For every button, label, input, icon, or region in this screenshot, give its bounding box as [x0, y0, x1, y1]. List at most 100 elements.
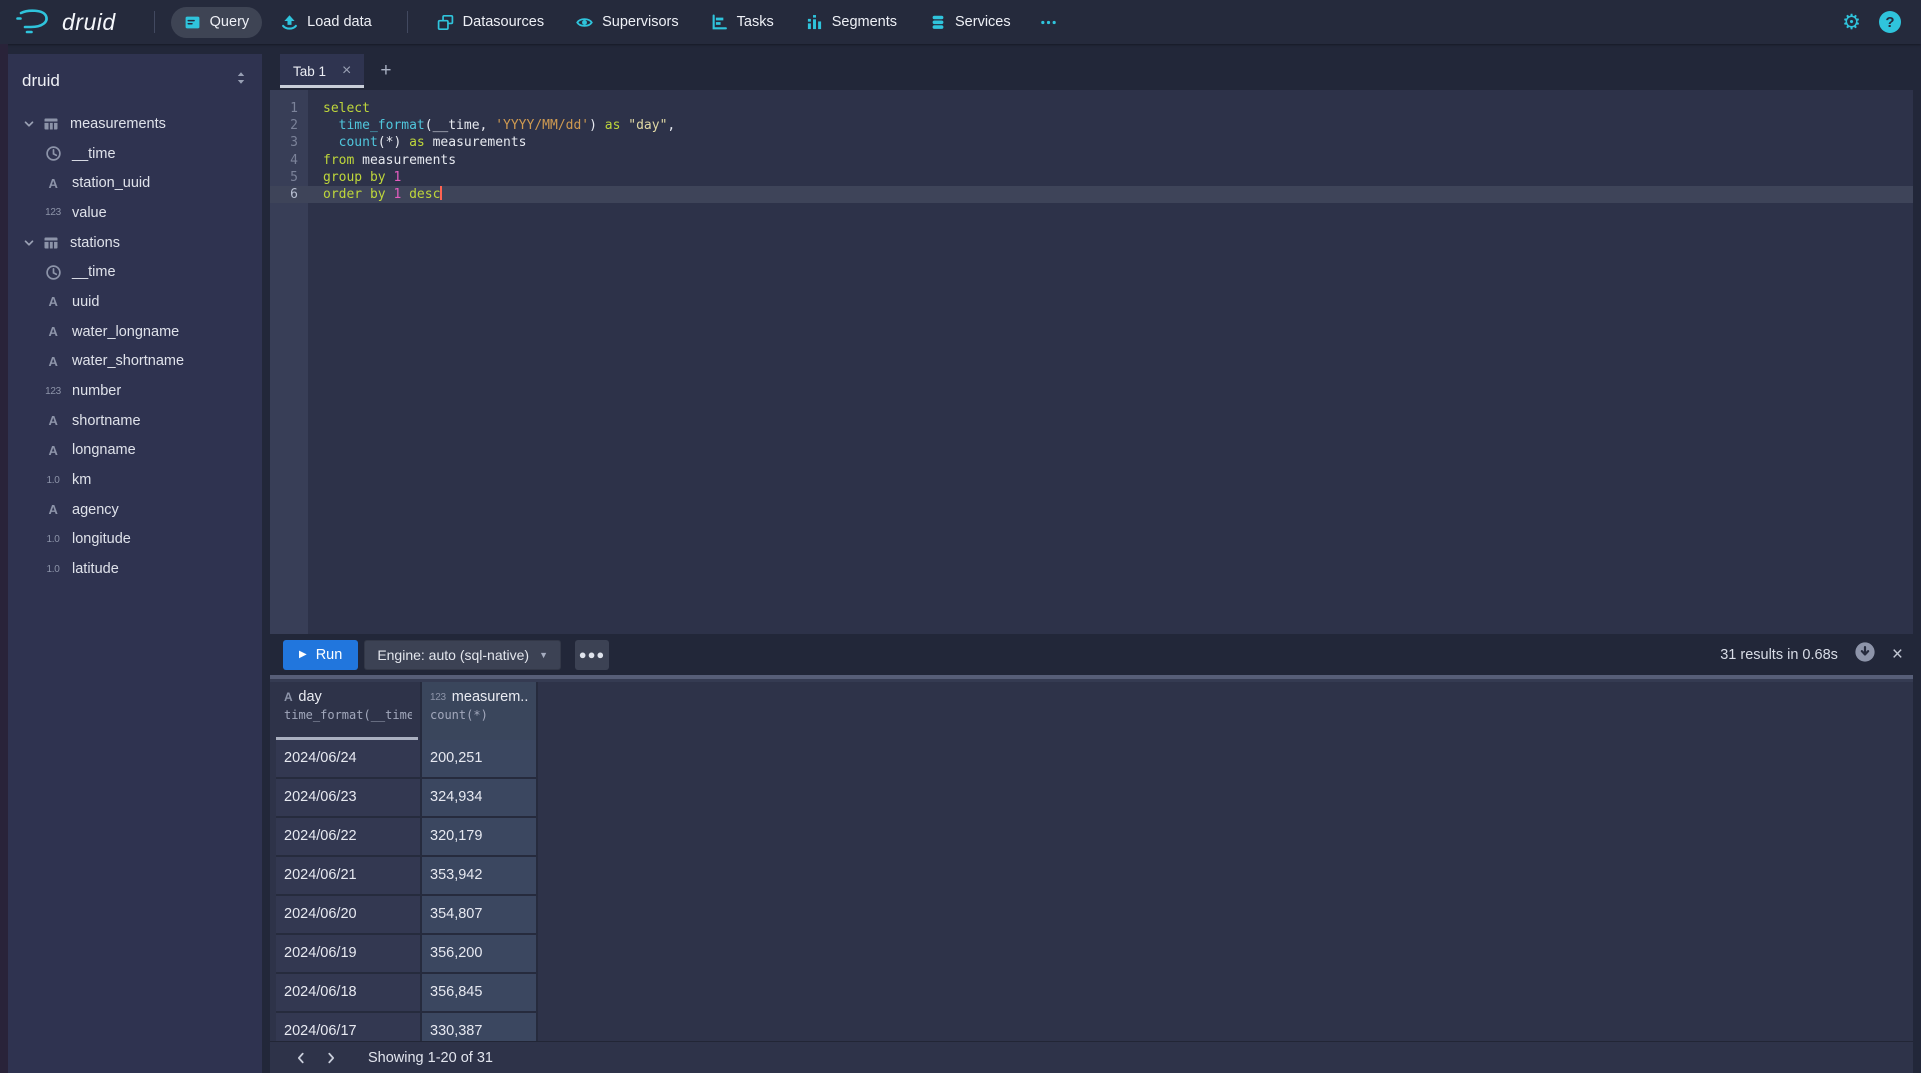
nav-item-label: Tasks — [737, 14, 774, 30]
cell-measurements[interactable]: 320,179 — [422, 818, 538, 857]
cell-measurements[interactable]: 356,845 — [422, 974, 538, 1013]
editor-line-5[interactable]: 5group by 1 — [270, 169, 1913, 186]
editor-line-4[interactable]: 4from measurements — [270, 152, 1913, 169]
nav-more-button[interactable] — [1030, 7, 1067, 38]
column-item-uuid[interactable]: Auuid — [8, 287, 262, 317]
next-page-icon[interactable] — [316, 1045, 346, 1071]
druid-logo[interactable]: druid — [14, 7, 116, 37]
nav-item-query[interactable]: Query — [171, 7, 263, 38]
engine-select-button[interactable]: Engine: auto (sql-native) ▼ — [364, 640, 561, 670]
column-item-__time[interactable]: __time — [8, 257, 262, 287]
column-item-number[interactable]: 123number — [8, 376, 262, 406]
gear-icon[interactable]: ⚙ — [1842, 12, 1861, 33]
tab-close-icon[interactable]: × — [342, 63, 351, 79]
nav-item-supervisors[interactable]: Supervisors — [563, 7, 692, 38]
column-name: day — [298, 689, 321, 705]
chevron-down-icon: ▼ — [539, 650, 548, 660]
tab-tab1[interactable]: Tab 1 × — [280, 54, 364, 88]
chevron-down-icon — [18, 236, 40, 250]
run-button[interactable]: ▶ Run — [283, 640, 358, 670]
column-header-measurements[interactable]: 123 measurem... count(*) — [422, 682, 538, 740]
nav-item-services[interactable]: Services — [916, 7, 1024, 38]
cell-measurements[interactable]: 324,934 — [422, 779, 538, 818]
column-label: station_uuid — [72, 175, 150, 191]
column-item-longitude[interactable]: 1.0longitude — [8, 525, 262, 555]
cell-measurements[interactable]: 356,200 — [422, 935, 538, 974]
nav-item-tasks[interactable]: Tasks — [698, 7, 787, 38]
float-type-icon: 1.0 — [42, 564, 64, 575]
column-expression: count(*) — [430, 708, 528, 722]
cell-day[interactable]: 2024/06/17 — [276, 1013, 422, 1041]
column-item-latitude[interactable]: 1.0latitude — [8, 554, 262, 584]
column-header-day[interactable]: A day time_format(__time, … — [276, 682, 422, 740]
string-type-icon: A — [42, 354, 64, 369]
database-icon — [929, 14, 946, 31]
table-item-stations[interactable]: stations — [8, 228, 262, 258]
number-type-icon: 123 — [42, 207, 64, 218]
add-tab-button[interactable]: + — [364, 54, 407, 88]
column-item-shortname[interactable]: Ashortname — [8, 406, 262, 436]
prev-page-icon[interactable] — [286, 1045, 316, 1071]
nav-divider — [154, 11, 155, 33]
download-icon[interactable] — [1854, 641, 1876, 668]
line-number: 1 — [270, 100, 308, 117]
table-item-measurements[interactable]: measurements — [8, 109, 262, 139]
table-row: 2024/06/20354,807 — [276, 896, 542, 935]
sql-editor[interactable]: 1select2 time_format(__time, 'YYYY/MM/dd… — [270, 90, 1913, 634]
nav-item-segments[interactable]: Segments — [793, 7, 910, 38]
results-rows: 2024/06/24200,2512024/06/23324,9342024/0… — [276, 740, 542, 1041]
cell-day[interactable]: 2024/06/24 — [276, 740, 422, 779]
druid-console: druid Query Load data Datasources — [0, 0, 1921, 1073]
nav-item-label: Segments — [832, 14, 897, 30]
column-item-value[interactable]: 123value — [8, 198, 262, 228]
cell-measurements[interactable]: 200,251 — [422, 740, 538, 779]
tab-label: Tab 1 — [293, 64, 326, 79]
query-more-button[interactable]: ●●● — [575, 640, 609, 670]
text-cursor — [440, 186, 442, 200]
line-number: 6 — [270, 186, 308, 203]
string-type-icon: A — [42, 294, 64, 309]
column-label: longname — [72, 442, 136, 458]
table-label: measurements — [70, 116, 166, 132]
nav-item-label: Services — [955, 14, 1011, 30]
cell-day[interactable]: 2024/06/22 — [276, 818, 422, 857]
cell-day[interactable]: 2024/06/20 — [276, 896, 422, 935]
column-item-km[interactable]: 1.0km — [8, 465, 262, 495]
close-results-icon[interactable]: × — [1892, 645, 1903, 664]
editor-line-6[interactable]: 6order by 1 desc — [270, 186, 1913, 203]
cell-day[interactable]: 2024/06/21 — [276, 857, 422, 896]
sort-icon[interactable] — [234, 70, 248, 91]
line-number: 2 — [270, 117, 308, 134]
column-item-__time[interactable]: __time — [8, 139, 262, 169]
editor-line-1[interactable]: 1select — [270, 100, 1913, 117]
results-panel: A day time_format(__time, … 123 measurem… — [270, 682, 1913, 1073]
cell-day[interactable]: 2024/06/23 — [276, 779, 422, 818]
table-row: 2024/06/22320,179 — [276, 818, 542, 857]
editor-line-3[interactable]: 3 count(*) as measurements — [270, 134, 1913, 151]
nav-item-load-data[interactable]: Load data — [268, 7, 385, 38]
column-name: measurem... — [452, 689, 528, 705]
column-item-water_shortname[interactable]: Awater_shortname — [8, 347, 262, 377]
column-item-station_uuid[interactable]: Astation_uuid — [8, 168, 262, 198]
nav-item-label: Query — [210, 14, 250, 30]
line-code: order by 1 desc — [308, 186, 442, 203]
query-tabbar: Tab 1 × + — [270, 54, 407, 88]
line-number: 5 — [270, 169, 308, 186]
cell-day[interactable]: 2024/06/19 — [276, 935, 422, 974]
nav-item-datasources[interactable]: Datasources — [424, 7, 557, 38]
help-icon[interactable]: ? — [1879, 11, 1901, 33]
column-label: __time — [72, 264, 116, 280]
cell-day[interactable]: 2024/06/18 — [276, 974, 422, 1013]
cell-measurements[interactable]: 330,387 — [422, 1013, 538, 1041]
schema-sidebar: druid measurements__timeAstation_uuid123… — [8, 54, 262, 1073]
cell-measurements[interactable]: 354,807 — [422, 896, 538, 935]
float-type-icon: 1.0 — [42, 475, 64, 486]
column-item-longname[interactable]: Alongname — [8, 436, 262, 466]
column-item-agency[interactable]: Aagency — [8, 495, 262, 525]
bar-chart-icon — [806, 14, 823, 31]
column-label: uuid — [72, 294, 99, 310]
column-item-water_longname[interactable]: Awater_longname — [8, 317, 262, 347]
cell-measurements[interactable]: 353,942 — [422, 857, 538, 896]
editor-line-2[interactable]: 2 time_format(__time, 'YYYY/MM/dd') as "… — [270, 117, 1913, 134]
nav-item-label: Datasources — [463, 14, 544, 30]
